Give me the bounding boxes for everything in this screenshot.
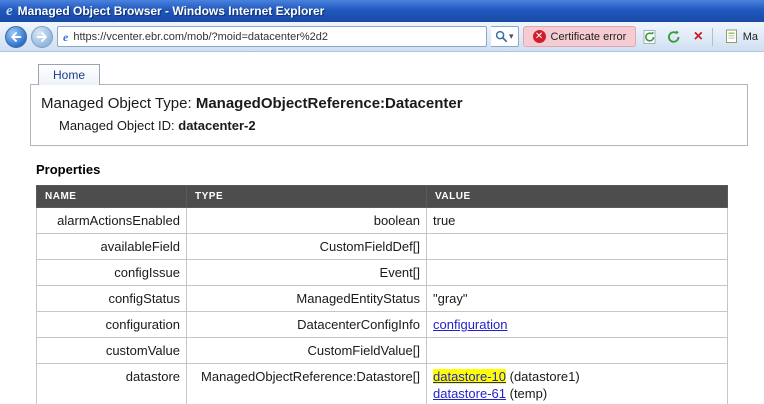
stop-button[interactable]: × (688, 26, 708, 47)
go-button[interactable] (664, 26, 684, 47)
value-suffix: (temp) (506, 386, 547, 401)
object-header-box: Managed Object Type: ManagedObjectRefere… (30, 84, 748, 146)
url-text: https://vcenter.ebr.com/mob/?moid=datace… (73, 31, 328, 43)
page-content: Home Managed Object Type: ManagedObjectR… (0, 52, 764, 404)
value-text: "gray" (433, 291, 468, 306)
page-menu-label: Ma (743, 31, 758, 43)
managed-object-type-line: Managed Object Type: ManagedObjectRefere… (39, 95, 739, 112)
value-line: configuration (433, 316, 721, 333)
toolbar-separator (712, 28, 713, 46)
column-header-name: NAME (37, 186, 187, 208)
certificate-error-label: Certificate error (551, 31, 627, 43)
managed-object-id-line: Managed Object ID: datacenter-2 (39, 118, 739, 133)
address-bar[interactable]: e https://vcenter.ebr.com/mob/?moid=data… (57, 26, 487, 47)
value-link[interactable]: configuration (433, 317, 507, 332)
table-row: customValueCustomFieldValue​[] (37, 338, 728, 364)
prop-name-cell: availableField (37, 234, 187, 260)
column-header-value: VALUE (427, 186, 728, 208)
managed-object-type-label: Managed Object Type: (41, 95, 192, 112)
table-header-row: NAME TYPE VALUE (37, 186, 728, 208)
refresh-icon (642, 29, 658, 45)
prop-type-cell: Event​[] (187, 260, 427, 286)
value-suffix: (datastore1) (506, 369, 580, 384)
prop-type-cell: DatacenterConfigInfo (187, 312, 427, 338)
prop-type-cell: CustomFieldDef​[] (187, 234, 427, 260)
browser-window: e Managed Object Browser - Windows Inter… (0, 0, 764, 404)
properties-table-body: alarmActionsEnabledboolean true availableF… (37, 208, 728, 404)
go-icon (666, 29, 682, 45)
stop-icon: × (694, 29, 703, 45)
properties-section-title: Properties (36, 162, 764, 177)
forward-arrow-icon (35, 30, 49, 44)
navigation-bar: e https://vcenter.ebr.com/mob/?moid=data… (0, 22, 764, 52)
window-title: Managed Object Browser - Windows Interne… (18, 4, 325, 18)
table-row: datastoreManagedObjectReference:Datastor… (37, 364, 728, 404)
back-arrow-icon (9, 30, 23, 44)
column-header-type: TYPE (187, 186, 427, 208)
address-page-icon: e (63, 31, 68, 43)
value-line: datastore-61 (temp) (433, 385, 721, 402)
prop-type-cell: CustomFieldValue​[] (187, 338, 427, 364)
back-button[interactable] (5, 26, 27, 48)
prop-type-cell: boolean (187, 208, 427, 234)
prop-name-cell: customValue (37, 338, 187, 364)
value-line: true (433, 212, 721, 229)
managed-object-id-label: Managed Object ID: (59, 118, 175, 133)
page-menu-item[interactable]: Ma (725, 29, 759, 44)
prop-type-cell: ManagedObjectReference:Datastore​[] (187, 364, 427, 404)
value-line: "gray" (433, 290, 721, 307)
table-row: configIssueEvent​[] (37, 260, 728, 286)
prop-value-cell: datastore-10 (datastore1)datastore-61 (t… (427, 364, 728, 404)
value-link[interactable]: datastore-61 (433, 386, 506, 401)
prop-value-cell (427, 338, 728, 364)
prop-name-cell: configuration (37, 312, 187, 338)
managed-object-id-value: datacenter-2 (178, 118, 255, 133)
tab-home[interactable]: Home (38, 64, 100, 85)
search-icon (495, 30, 508, 43)
value-line: datastore-10 (datastore1) (433, 368, 721, 385)
tab-row: Home (0, 64, 764, 84)
prop-name-cell: alarmActionsEnabled (37, 208, 187, 234)
value-text: true (433, 213, 455, 228)
prop-value-cell: configuration (427, 312, 728, 338)
managed-object-type-value: ManagedObjectReference:Datacenter (196, 95, 463, 112)
prop-name-cell: configIssue (37, 260, 187, 286)
properties-table: NAME TYPE VALUE alarmActionsEnabledboole… (36, 185, 728, 404)
table-row: availableFieldCustomFieldDef​[] (37, 234, 728, 260)
search-dropdown-button[interactable]: ▾ (491, 26, 519, 47)
page-menu-icon (725, 29, 739, 44)
ie-logo-icon: e (6, 4, 13, 19)
certificate-error-badge[interactable]: ✕ Certificate error (523, 26, 637, 47)
prop-value-cell: true (427, 208, 728, 234)
value-link[interactable]: datastore-10 (433, 369, 506, 384)
prop-name-cell: datastore (37, 364, 187, 404)
chevron-down-icon: ▾ (509, 32, 514, 41)
table-row: configurationDatacenterConfigInfoconfigu… (37, 312, 728, 338)
certificate-error-icon: ✕ (533, 30, 546, 43)
prop-name-cell: configStatus (37, 286, 187, 312)
forward-button[interactable] (31, 26, 53, 48)
prop-type-cell: ManagedEntityStatus (187, 286, 427, 312)
prop-value-cell (427, 234, 728, 260)
prop-value-cell: "gray" (427, 286, 728, 312)
table-row: alarmActionsEnabledboolean true (37, 208, 728, 234)
table-row: configStatusManagedEntityStatus "gray" (37, 286, 728, 312)
refresh-button[interactable] (640, 26, 660, 47)
prop-value-cell (427, 260, 728, 286)
title-bar: e Managed Object Browser - Windows Inter… (0, 0, 764, 22)
